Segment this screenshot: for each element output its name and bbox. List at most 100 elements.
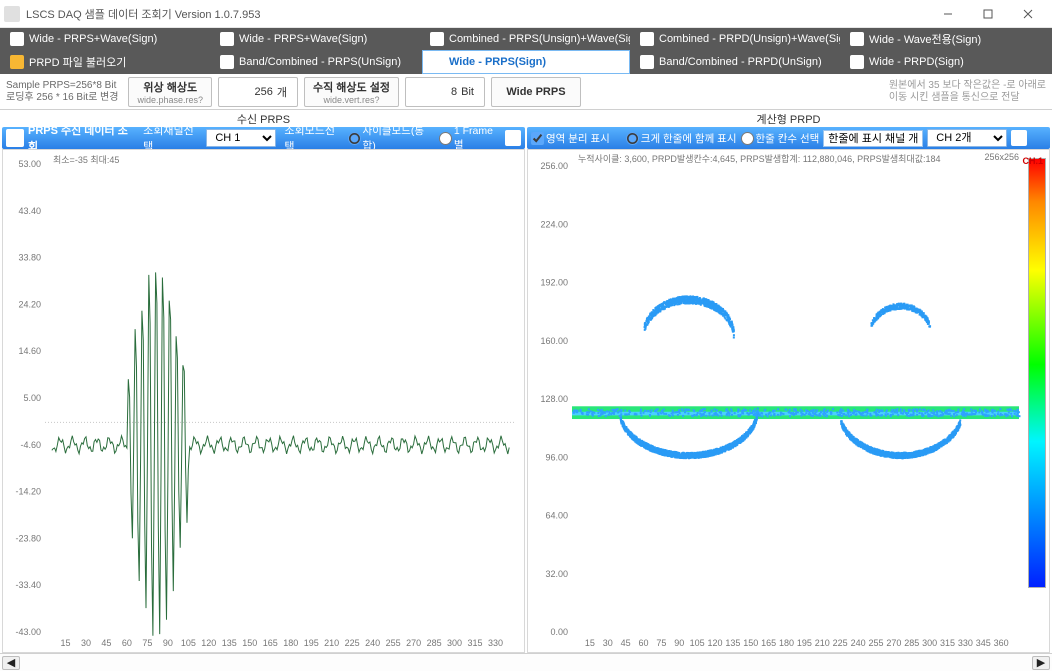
colorbar: CH.1 [1028,158,1046,588]
svg-text:45: 45 [621,638,631,648]
svg-text:24.20: 24.20 [18,299,41,309]
tab-combined-prpd[interactable]: Combined - PRPD(Unsign)+Wave(Sign) [632,28,840,50]
svg-text:180: 180 [779,638,794,648]
svg-text:360: 360 [994,638,1009,648]
sample-info-line2: 로딩후 256 * 16 Bit로 변경 [6,92,118,104]
panel-menu-icon[interactable] [1011,130,1027,146]
svg-text:-33.40: -33.40 [15,580,41,590]
phase-res-unit: 개 [277,84,287,100]
wide-prps-button[interactable]: Wide PRPS [491,77,581,107]
svg-text:330: 330 [488,638,503,648]
svg-text:15: 15 [60,638,70,648]
chart-icon [10,32,24,46]
close-button[interactable] [1008,0,1048,28]
svg-text:5.00: 5.00 [23,393,41,403]
sample-info-line1: Sample PRPS=256*8 Bit [6,80,118,92]
left-ctrl: PRPS 수신 데이터 조회 조회채널선택 CH 1 조회모드선택 사이클모드(… [2,127,525,149]
col-count-radio[interactable]: 한줄 칸수 선택 [741,131,820,146]
svg-text:195: 195 [304,638,319,648]
svg-text:105: 105 [690,638,705,648]
svg-text:32.00: 32.00 [545,569,568,579]
chart-icon [430,32,444,46]
vert-res-num: 8 [451,86,457,98]
svg-text:30: 30 [603,638,613,648]
toolbar: Sample PRPS=256*8 Bit 로딩후 256 * 16 Bit로 … [0,74,1052,110]
scroll-left-button[interactable]: ◀ [2,656,20,670]
folder-icon [10,55,24,69]
tabrow-1: Wide - PRPS+Wave(Sign) Wide - PRPS+Wave(… [0,28,1052,50]
tab-label: Wide - PRPS+Wave(Sign) [29,33,157,45]
svg-text:96.00: 96.00 [545,452,568,462]
tab-band-prpd[interactable]: Band/Combined - PRPD(UnSign) [632,50,840,74]
svg-text:240: 240 [851,638,866,648]
svg-text:285: 285 [904,638,919,648]
tip-line1: 원본에서 35 보다 작은값은 -로 아래로 [889,80,1046,92]
panel-menu-icon[interactable] [505,130,521,146]
tab-label: Wide - PRPD(Sign) [869,56,964,68]
titlebar: LSCS DAQ 샘플 데이터 조회기 Version 1.0.7.953 [0,0,1052,28]
panel-icon [6,129,24,147]
vert-res-label: 수직 해상도 설정 [313,79,390,95]
radio-label: 크게 한줄에 함께 표시 [641,131,737,146]
scroll-right-button[interactable]: ▶ [1032,656,1050,670]
svg-text:300: 300 [922,638,937,648]
svg-text:15: 15 [585,638,595,648]
svg-text:-14.20: -14.20 [15,487,41,497]
svg-text:120: 120 [708,638,723,648]
grid-icon [640,55,654,69]
svg-text:345: 345 [976,638,991,648]
tab-wide-prps-wave-1[interactable]: Wide - PRPS+Wave(Sign) [2,28,210,50]
chart-icon [850,32,864,46]
svg-text:0.00: 0.00 [550,627,568,637]
svg-text:180: 180 [283,638,298,648]
tab-wide-prps-sign[interactable]: Wide - PRPS(Sign) [422,50,630,74]
window-title: LSCS DAQ 샘플 데이터 조회기 Version 1.0.7.953 [26,6,928,22]
big-one-line-radio[interactable]: 크게 한줄에 함께 표시 [626,131,737,146]
svg-text:256.00: 256.00 [540,161,568,171]
tab-combined-prps[interactable]: Combined - PRPS(Unsign)+Wave(Sign) [422,28,630,50]
tab-wide-prpd[interactable]: Wide - PRPD(Sign) [842,50,1050,74]
svg-text:192.00: 192.00 [540,278,568,288]
chart-icon [220,55,234,69]
svg-text:330: 330 [958,638,973,648]
chart-icon [640,32,654,46]
phase-res-button[interactable]: 위상 해상도 wide.phase.res? [128,77,212,107]
phase-res-label: 위상 해상도 [143,79,197,95]
vert-res-sub: wide.vert.res? [323,95,379,105]
minimize-button[interactable] [928,0,968,28]
svg-text:160.00: 160.00 [540,336,568,346]
panel-left: 수신 PRPS PRPS 수신 데이터 조회 조회채널선택 CH 1 조회모드선… [2,110,525,653]
sample-info: Sample PRPS=256*8 Bit 로딩후 256 * 16 Bit로 … [6,80,118,103]
svg-text:128.00: 128.00 [540,394,568,404]
tab-open-prpd-file[interactable]: PRPD 파일 불러오기 [2,50,210,74]
cols-per-line-input[interactable] [823,130,923,147]
tab-wide-prps-wave-2[interactable]: Wide - PRPS+Wave(Sign) [212,28,420,50]
left-chart[interactable]: 최소=-35 최대:45 -43.00-33.40-23.80-14.20-4.… [2,149,525,653]
phase-res-value: 256 개 [218,77,298,107]
svg-text:195: 195 [797,638,812,648]
tab-band-prps[interactable]: Band/Combined - PRPS(UnSign) [212,50,420,74]
tab-wide-wave[interactable]: Wide - Wave전용(Sign) [842,28,1050,50]
svg-text:224.00: 224.00 [540,219,568,229]
split-area-check[interactable]: 영역 분리 표시 [531,131,610,146]
wide-prps-label: Wide PRPS [506,86,565,98]
svg-text:120: 120 [201,638,216,648]
channels-per-line-select[interactable]: CH 2개 [927,129,1007,147]
right-chart[interactable]: 누적사이클: 3,600, PRPD발생칸수:4,645, PRPS발생합계: … [527,149,1050,653]
svg-text:43.40: 43.40 [18,206,41,216]
maximize-button[interactable] [968,0,1008,28]
svg-text:64.00: 64.00 [545,511,568,521]
svg-text:53.00: 53.00 [18,159,41,169]
vert-res-button[interactable]: 수직 해상도 설정 wide.vert.res? [304,77,399,107]
tip-line2: 이동 시킨 샘플을 통신으로 전달 [889,92,1046,104]
frame-mode-radio[interactable]: 1 Frame별 [439,125,501,152]
phase-res-num: 256 [255,86,273,98]
svg-text:90: 90 [674,638,684,648]
vert-res-unit: Bit [461,86,474,98]
svg-text:225: 225 [345,638,360,648]
grid-icon [850,55,864,69]
tab-label: Wide - PRPS(Sign) [449,56,546,68]
channel-select[interactable]: CH 1 [206,129,276,147]
chk-label: 영역 분리 표시 [546,131,610,146]
svg-text:315: 315 [468,638,483,648]
